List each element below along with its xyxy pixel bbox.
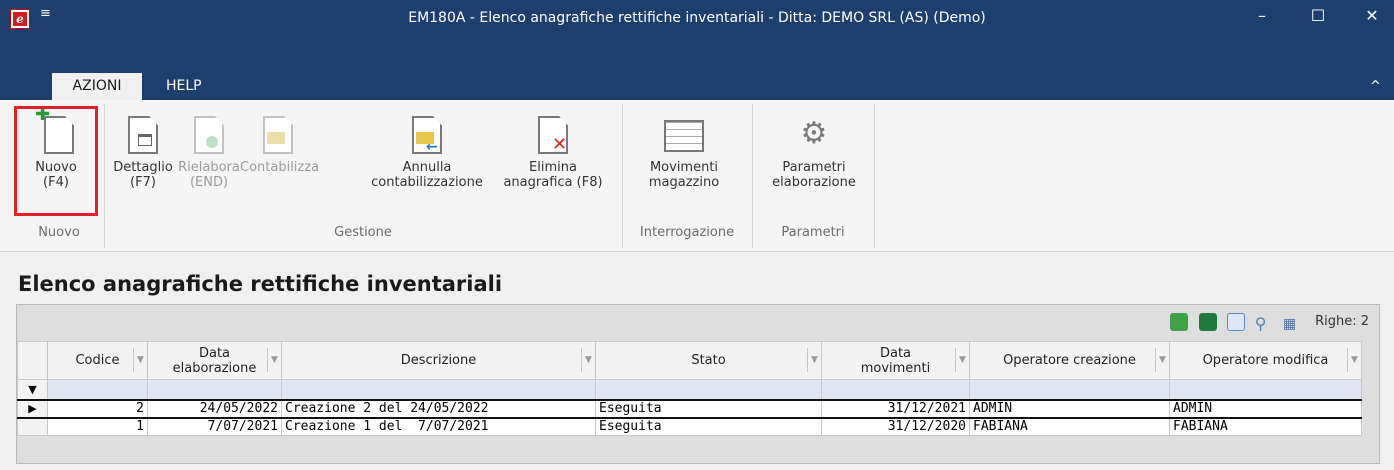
header-row: Codice ▼ Data elaborazione ▼ Descrizione ▼ …	[17, 341, 1362, 380]
table-row[interactable]: 1 7/07/2021 Creazione 1 del 7/07/2021 Es…	[17, 417, 1362, 436]
movimenti-label: Movimenti magazzino	[648, 160, 720, 190]
search-icon[interactable]: ⚲	[1255, 313, 1273, 333]
cell-codice[interactable]: 2	[47, 398, 148, 419]
filter-dropdown-icon[interactable]: ▼	[267, 348, 281, 372]
col-label: Operatore modifica	[1202, 353, 1329, 368]
row-indicator-icon: ▶	[17, 398, 48, 419]
col-label: Data elaborazione	[172, 345, 257, 376]
contabilizza-button[interactable]: Contabilizza	[240, 100, 320, 175]
row-indicator-header	[17, 341, 48, 380]
cell-operatore-modifica[interactable]: FABIANA	[1169, 417, 1362, 436]
filter-row[interactable]: ▼	[17, 379, 1362, 400]
group-label-gestione: Gestione	[334, 225, 392, 240]
cancel-accounting-icon: ←	[412, 116, 442, 154]
table-grid-icon	[664, 120, 704, 152]
filter-cell[interactable]	[47, 379, 148, 400]
cell-operatore-creazione[interactable]: ADMIN	[969, 398, 1170, 419]
annulla-label: Annulla contabilizzazione	[371, 160, 483, 190]
filter-dropdown-icon[interactable]: ▼	[1347, 348, 1361, 372]
cell-data-elaborazione[interactable]: 24/05/2022	[147, 398, 282, 419]
ribbon-collapse-button[interactable]: ^	[1370, 73, 1381, 100]
cell-stato[interactable]: Eseguita	[595, 417, 822, 436]
dettaglio-button[interactable]: Dettaglio (F7)	[108, 100, 178, 190]
col-label: Data movimenti	[860, 345, 931, 376]
minimize-button[interactable]: –	[1242, 4, 1282, 28]
parametri-label: Parametri elaborazione	[772, 160, 856, 190]
col-label: Stato	[691, 353, 726, 368]
export-icon[interactable]	[1226, 312, 1245, 331]
window-title: EM180A - Elenco anagrafiche rettifiche i…	[408, 10, 986, 26]
group-separator	[874, 104, 875, 248]
column-chooser-icon[interactable]: ▦	[1283, 313, 1301, 332]
col-operatore-creazione[interactable]: Operatore creazione ▼	[969, 341, 1170, 380]
col-descrizione[interactable]: Descrizione ▼	[281, 341, 596, 380]
movimenti-magazzino-button[interactable]: Movimenti magazzino	[632, 100, 736, 190]
cell-descrizione[interactable]: Creazione 1 del 7/07/2021	[281, 417, 596, 436]
elimina-label: Elimina anagrafica (F8)	[503, 160, 603, 190]
filter-dropdown-icon[interactable]: ▼	[133, 348, 147, 372]
reprocess-icon	[194, 116, 224, 154]
annulla-contabilizzazione-button[interactable]: ← Annulla contabilizzazione	[360, 100, 494, 190]
row-indicator-icon	[17, 417, 48, 436]
filter-cell[interactable]	[821, 379, 970, 400]
delete-document-icon: ✕	[538, 116, 568, 154]
col-label: Codice	[75, 353, 120, 368]
tab-azioni[interactable]: AZIONI	[52, 73, 142, 100]
cell-data-movimenti[interactable]: 31/12/2020	[821, 417, 970, 436]
cell-data-elaborazione[interactable]: 7/07/2021	[147, 417, 282, 436]
group-label-nuovo: Nuovo	[38, 225, 80, 240]
grid-table: Codice ▼ Data elaborazione ▼ Descrizione ▼ …	[17, 341, 1362, 436]
filter-cell[interactable]	[595, 379, 822, 400]
group-label-interrogazione: Interrogazione	[639, 225, 735, 240]
close-button[interactable]: ✕	[1352, 4, 1392, 28]
refresh-icon[interactable]	[1170, 312, 1189, 331]
table-row[interactable]: ▶ 2 24/05/2022 Creazione 2 del 24/05/202…	[17, 398, 1362, 419]
filter-cell[interactable]	[969, 379, 1170, 400]
detail-document-icon	[128, 116, 158, 154]
cell-data-movimenti[interactable]: 31/12/2021	[821, 398, 970, 419]
filter-dropdown-icon[interactable]: ▼	[1155, 348, 1169, 372]
group-label-parametri: Parametri	[781, 225, 845, 240]
cell-codice[interactable]: 1	[47, 417, 148, 436]
gears-icon: ⚙	[800, 116, 828, 151]
tab-help[interactable]: HELP	[152, 73, 216, 100]
maximize-button[interactable]: ☐	[1298, 4, 1338, 28]
col-operatore-modifica[interactable]: Operatore modifica ▼	[1169, 341, 1362, 380]
col-codice[interactable]: Codice ▼	[47, 341, 148, 380]
filter-icon: ▼	[17, 379, 48, 400]
rielabora-label: Rielabora (END)	[178, 160, 240, 190]
col-label: Operatore creazione	[1003, 353, 1136, 368]
data-grid: ⚲ ▦ Righe: 2 Codice ▼ Data elaborazione ▼ …	[16, 304, 1380, 464]
ribbon-tabs: AZIONI HELP ^	[0, 60, 1394, 100]
rows-count: Righe: 2	[1315, 314, 1369, 329]
contabilizza-label: Contabilizza	[240, 160, 320, 175]
col-data-movimenti[interactable]: Data movimenti ▼	[821, 341, 970, 380]
excel-export-icon[interactable]	[1198, 312, 1217, 331]
post-accounting-icon	[263, 116, 293, 154]
filter-cell[interactable]	[147, 379, 282, 400]
dettaglio-label: Dettaglio (F7)	[113, 160, 173, 190]
cell-stato[interactable]: Eseguita	[595, 398, 822, 419]
title-bar: e ≡ EM180A - Elenco anagrafiche rettific…	[0, 0, 1394, 60]
col-label: Descrizione	[400, 353, 477, 368]
filter-dropdown-icon[interactable]: ▼	[581, 348, 595, 372]
filter-dropdown-icon[interactable]: ▼	[807, 348, 821, 372]
nuovo-highlight-box	[14, 106, 98, 216]
col-data-elaborazione[interactable]: Data elaborazione ▼	[147, 341, 282, 380]
ribbon: ✚ Nuovo (F4) Dettaglio (F7) Rielabora (E…	[0, 100, 1394, 252]
filter-cell[interactable]	[281, 379, 596, 400]
elimina-anagrafica-button[interactable]: ✕ Elimina anagrafica (F8)	[494, 100, 612, 190]
rielabora-button[interactable]: Rielabora (END)	[176, 100, 242, 190]
grid-toolbar: ⚲ ▦ Righe: 2	[1164, 311, 1369, 333]
filter-dropdown-icon[interactable]: ▼	[955, 348, 969, 372]
parametri-elaborazione-button[interactable]: ⚙ Parametri elaborazione	[762, 100, 866, 190]
cell-descrizione[interactable]: Creazione 2 del 24/05/2022	[281, 398, 596, 419]
cell-operatore-modifica[interactable]: ADMIN	[1169, 398, 1362, 419]
col-stato[interactable]: Stato ▼	[595, 341, 822, 380]
page-title: Elenco anagrafiche rettifiche inventaria…	[18, 272, 503, 296]
filter-cell[interactable]	[1169, 379, 1362, 400]
cell-operatore-creazione[interactable]: FABIANA	[969, 417, 1170, 436]
